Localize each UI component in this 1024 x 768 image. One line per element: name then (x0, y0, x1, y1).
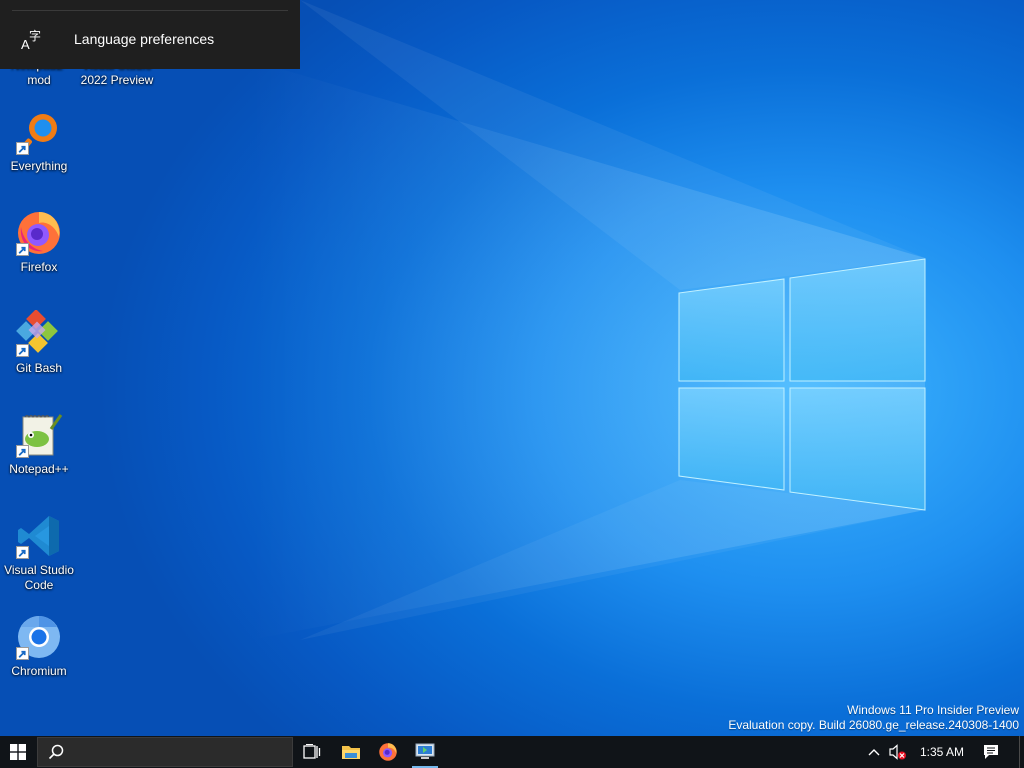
volume-muted-icon (889, 744, 906, 760)
git-bash-icon (15, 309, 63, 358)
svg-text:字: 字 (29, 28, 41, 43)
windows-logo-icon (10, 744, 26, 760)
shortcut-arrow-icon (16, 142, 29, 155)
wallpaper (250, 0, 926, 640)
desktop-icon-firefox[interactable]: Firefox (1, 209, 77, 275)
notifications-icon (984, 745, 998, 759)
taskbar-search-box[interactable] (37, 737, 293, 767)
firefox-icon (379, 743, 397, 761)
vscode-icon (15, 512, 63, 560)
start-button[interactable] (0, 736, 36, 768)
language-preferences-label: Language preferences (74, 31, 215, 47)
notepad-plus-plus-icon (15, 411, 63, 459)
shortcut-arrow-icon (16, 647, 29, 660)
show-hidden-icons-button[interactable] (864, 736, 884, 768)
desktop-icon-label: Visual Studio Code (4, 563, 74, 592)
everything-icon (15, 108, 63, 156)
chromium-icon (15, 613, 63, 661)
shortcut-arrow-icon (16, 546, 29, 559)
language-icon: A 字 (21, 28, 41, 51)
task-view-button[interactable] (296, 736, 328, 768)
chevron-up-icon (868, 749, 880, 756)
desktop-icon-vscode[interactable]: Visual Studio Code (1, 512, 77, 593)
flyout-divider (12, 10, 288, 11)
taskbar: 1:35 AM (0, 736, 1024, 768)
desktop-icon-notepad-plus-plus[interactable]: Notepad++ (1, 411, 77, 477)
remote-desktop-taskbar-button[interactable] (408, 736, 442, 768)
language-flyout: A 字 Language preferences (0, 0, 300, 69)
build-watermark: Windows 11 Pro Insider Preview Evaluatio… (728, 703, 1019, 733)
desktop[interactable]: Notepad2-mod Visual Studio 2022 Preview … (0, 0, 1024, 736)
file-explorer-button[interactable] (334, 736, 368, 768)
firefox-taskbar-button[interactable] (370, 736, 406, 768)
firefox-icon (15, 209, 63, 257)
language-preferences-item[interactable]: A 字 Language preferences (0, 12, 300, 66)
remote-desktop-icon (415, 743, 435, 759)
desktop-icon-chromium[interactable]: Chromium (1, 613, 77, 679)
watermark-line-edition: Windows 11 Pro Insider Preview (847, 703, 1019, 717)
desktop-icon-git-bash[interactable]: Git Bash (1, 309, 77, 376)
volume-button[interactable] (886, 736, 910, 768)
taskbar-clock[interactable]: 1:35 AM (914, 736, 970, 768)
file-explorer-icon (342, 746, 360, 759)
shortcut-arrow-icon (16, 445, 29, 458)
show-desktop-button[interactable] (1019, 736, 1024, 768)
desktop-icon-everything[interactable]: Everything (1, 108, 77, 174)
watermark-line-build: Evaluation copy. Build 26080.ge_release.… (728, 718, 1019, 732)
task-view-icon (303, 744, 321, 759)
shortcut-arrow-icon (16, 344, 29, 357)
search-icon (48, 744, 64, 760)
action-center-button[interactable] (976, 736, 1006, 768)
shortcut-arrow-icon (16, 243, 29, 256)
